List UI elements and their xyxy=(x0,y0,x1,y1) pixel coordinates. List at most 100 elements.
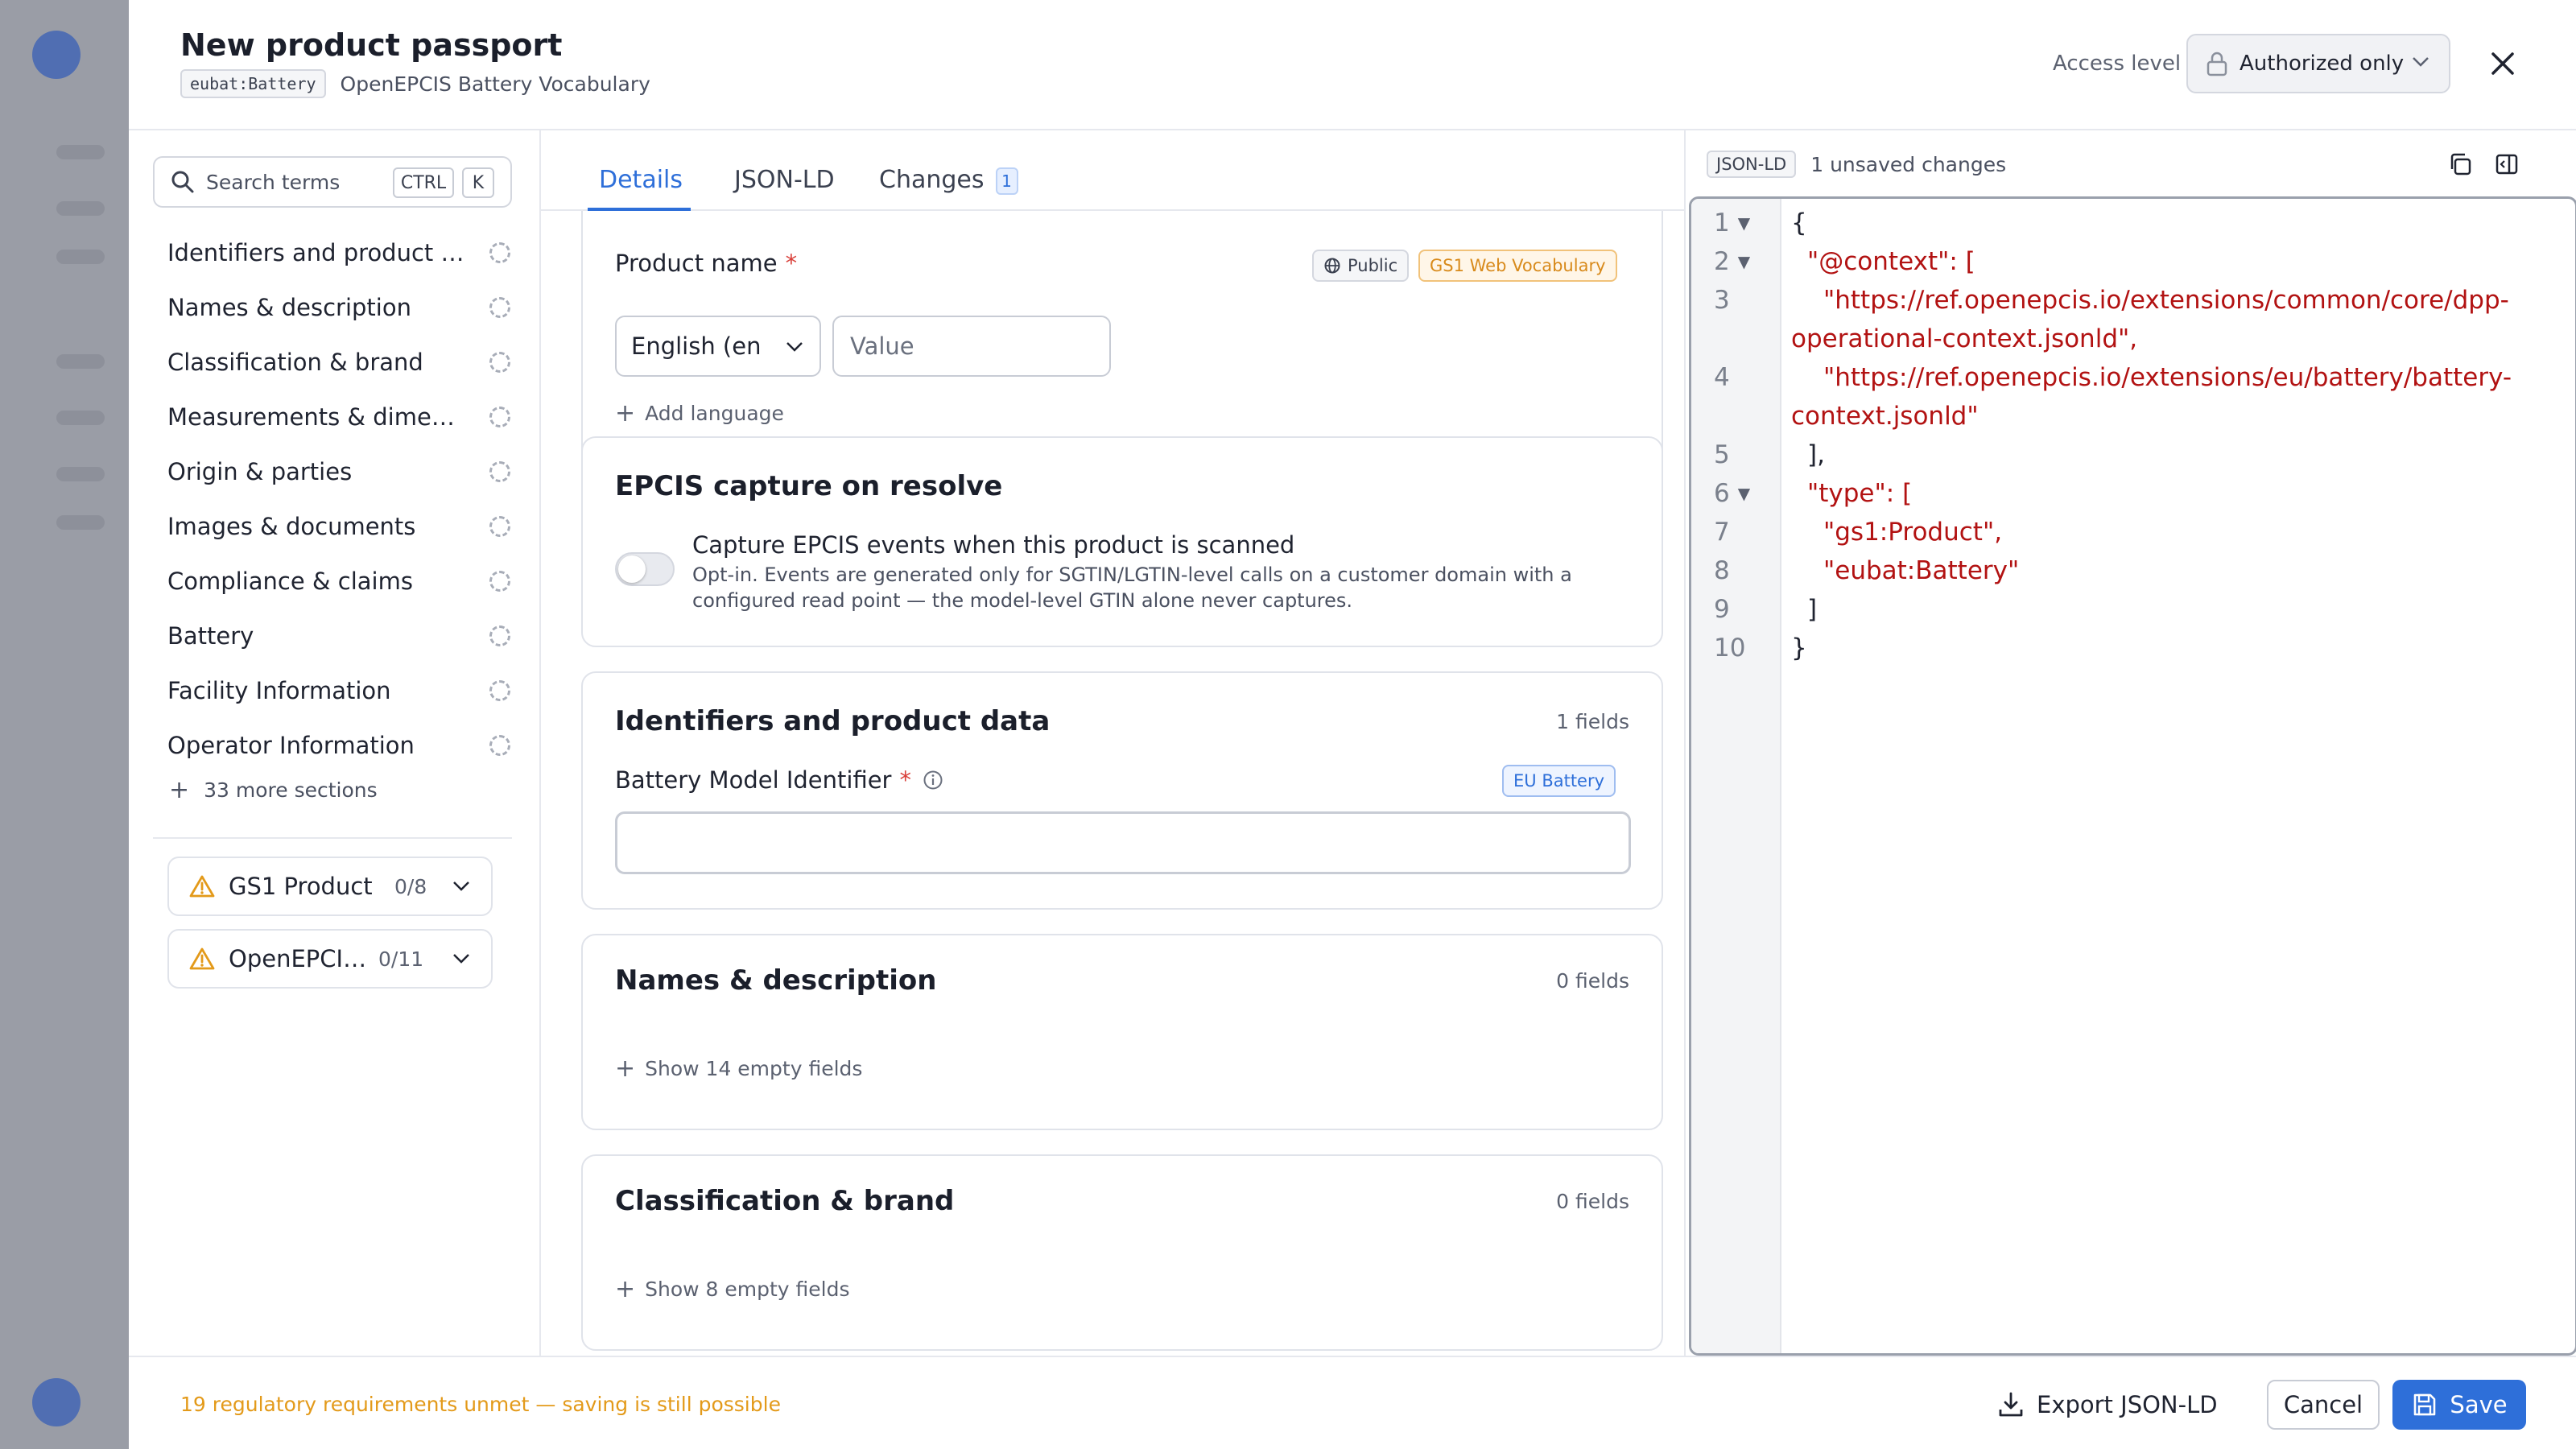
show-empty-fields-button[interactable]: + Show 8 empty fields xyxy=(615,1275,850,1303)
chevron-down-icon xyxy=(453,954,469,964)
sidebar-item-compliance[interactable]: Compliance & claims xyxy=(167,557,514,605)
info-icon[interactable] xyxy=(923,770,943,791)
sidebar-item-operator[interactable]: Operator Information xyxy=(167,721,514,770)
sidebar-item-label: Classification & brand xyxy=(167,349,423,376)
export-label: Export JSON-LD xyxy=(2037,1391,2218,1418)
code-line: context.jsonld" xyxy=(1791,402,1979,431)
add-language-label: Add language xyxy=(645,402,784,425)
sidebar-item-label: Compliance & claims xyxy=(167,568,413,595)
save-icon xyxy=(2414,1393,2436,1416)
product-passport-dialog: New product passport eubat:Battery OpenE… xyxy=(129,0,2576,1449)
code-line: "gs1:Product", xyxy=(1823,518,2003,547)
panel-collapse-icon xyxy=(2496,154,2518,175)
tab-details[interactable]: Details xyxy=(599,166,683,194)
sidebar-item-images[interactable]: Images & documents xyxy=(167,502,514,551)
battery-model-identifier-input[interactable] xyxy=(615,811,1631,874)
cancel-button[interactable]: Cancel xyxy=(2267,1380,2380,1430)
active-tab-indicator xyxy=(588,208,691,211)
toggle-panel-button[interactable] xyxy=(2492,150,2521,179)
sidebar-item-label: Identifiers and product data xyxy=(167,239,465,266)
vocabulary-count: 0/11 xyxy=(378,947,424,971)
sidebar-item-measurements[interactable]: Measurements & dimensions xyxy=(167,393,514,441)
sidebar-item-label: Measurements & dimensions xyxy=(167,403,465,431)
more-sections-link[interactable]: + 33 more sections xyxy=(169,776,378,804)
json-code-editor[interactable]: 1 ▼ 2 ▼ 3 4 5 6 ▼ 7 8 9 10 { "@context": [ … xyxy=(1689,196,2576,1356)
close-button[interactable] xyxy=(2483,43,2523,84)
code-line: "eubat:Battery" xyxy=(1823,556,2020,585)
sidebar-item-identifiers[interactable]: Identifiers and product data xyxy=(167,229,514,277)
divider xyxy=(153,837,512,839)
copy-button[interactable] xyxy=(2446,150,2475,179)
show-empty-fields-button[interactable]: + Show 14 empty fields xyxy=(615,1055,862,1083)
card-title: Identifiers and product data xyxy=(615,705,1051,737)
source-vocabulary-badge: EU Battery xyxy=(1502,765,1616,797)
pending-status-icon xyxy=(489,461,510,482)
download-icon xyxy=(1999,1392,2023,1417)
language-select[interactable]: English (en xyxy=(615,316,821,377)
pending-status-icon xyxy=(489,407,510,427)
export-json-ld-button[interactable]: Export JSON-LD xyxy=(1996,1380,2218,1430)
format-chip: JSON-LD xyxy=(1707,151,1797,178)
code-line: operational-context.jsonld", xyxy=(1791,324,2138,353)
sidebar-item-battery[interactable]: Battery xyxy=(167,612,514,660)
card-title: Classification & brand xyxy=(615,1185,955,1217)
sidebar-item-names[interactable]: Names & description xyxy=(167,283,514,332)
pending-status-icon xyxy=(489,735,510,756)
field-count: 0 fields xyxy=(1556,1190,1629,1213)
vocabulary-count: 0/8 xyxy=(394,874,427,898)
card-title: Names & description xyxy=(615,964,937,997)
sidebar-item-origin[interactable]: Origin & parties xyxy=(167,448,514,496)
dialog-title: New product passport xyxy=(180,27,563,63)
product-name-input[interactable]: Value xyxy=(832,316,1111,377)
access-level-value: Authorized only xyxy=(2240,52,2405,76)
epcis-capture-toggle[interactable] xyxy=(615,552,675,586)
sidebar-item-label: Names & description xyxy=(167,294,411,321)
value-placeholder: Value xyxy=(850,332,914,360)
changes-count-badge: 1 xyxy=(995,167,1018,195)
plus-icon: + xyxy=(615,399,636,427)
toggle-description: Opt-in. Events are generated only for SG… xyxy=(692,564,1572,612)
dialog-footer: 19 regulatory requirements unmet — savin… xyxy=(129,1356,2576,1449)
background-logo xyxy=(32,31,80,79)
regulatory-warning: 19 regulatory requirements unmet — savin… xyxy=(180,1393,781,1416)
save-button[interactable]: Save xyxy=(2392,1380,2526,1430)
toggle-label: Capture EPCIS events when this product i… xyxy=(692,531,1295,559)
pending-status-icon xyxy=(489,242,510,263)
field-count: 1 fields xyxy=(1556,710,1629,733)
search-icon xyxy=(171,171,194,193)
epcis-capture-card: EPCIS capture on resolve Capture EPCIS e… xyxy=(581,436,1663,647)
sidebar-item-label: Operator Information xyxy=(167,732,415,759)
sidebar-item-classification[interactable]: Classification & brand xyxy=(167,338,514,386)
fold-arrow-icon: ▼ xyxy=(1737,213,1751,233)
classification-brand-card: Classification & brand 0 fields + Show 8… xyxy=(581,1154,1663,1351)
tab-changes[interactable]: Changes 1 xyxy=(879,166,1018,195)
tab-json-ld[interactable]: JSON-LD xyxy=(734,166,835,194)
pending-status-icon xyxy=(489,625,510,646)
pending-status-icon xyxy=(489,680,510,701)
add-language-button[interactable]: + Add language xyxy=(615,399,784,427)
code-line: } xyxy=(1791,634,1807,663)
code-line: ] xyxy=(1807,595,1818,624)
vocabulary-openepcis-battery[interactable]: OpenEPCIS Battery 0/11 xyxy=(167,929,493,989)
vocabulary-gs1-product[interactable]: GS1 Product 0/8 xyxy=(167,857,493,916)
field-count: 0 fields xyxy=(1556,969,1629,993)
background-app xyxy=(0,0,129,1449)
show-empty-fields-label: Show 8 empty fields xyxy=(645,1278,850,1301)
card-title: EPCIS capture on resolve xyxy=(615,470,1003,502)
code-line: "@context": [ xyxy=(1807,247,1975,276)
dialog-header: New product passport eubat:Battery OpenE… xyxy=(129,0,2576,130)
type-chip: eubat:Battery xyxy=(180,69,326,98)
copy-icon xyxy=(2450,153,2471,175)
access-level-select[interactable]: Authorized only xyxy=(2186,34,2450,93)
search-input[interactable]: Search terms CTRL K xyxy=(153,156,512,208)
visibility-badge: Public xyxy=(1312,250,1410,282)
chevron-down-icon xyxy=(786,342,803,352)
globe-icon xyxy=(1324,258,1340,274)
product-name-label: Product name* xyxy=(615,250,798,277)
tab-bar: Details JSON-LD Changes 1 xyxy=(541,130,1684,211)
sidebar-item-facility[interactable]: Facility Information xyxy=(167,667,514,715)
lock-icon xyxy=(2207,52,2227,76)
sidebar-item-label: Origin & parties xyxy=(167,458,353,485)
pending-status-icon xyxy=(489,516,510,537)
tab-changes-label: Changes xyxy=(879,166,985,194)
